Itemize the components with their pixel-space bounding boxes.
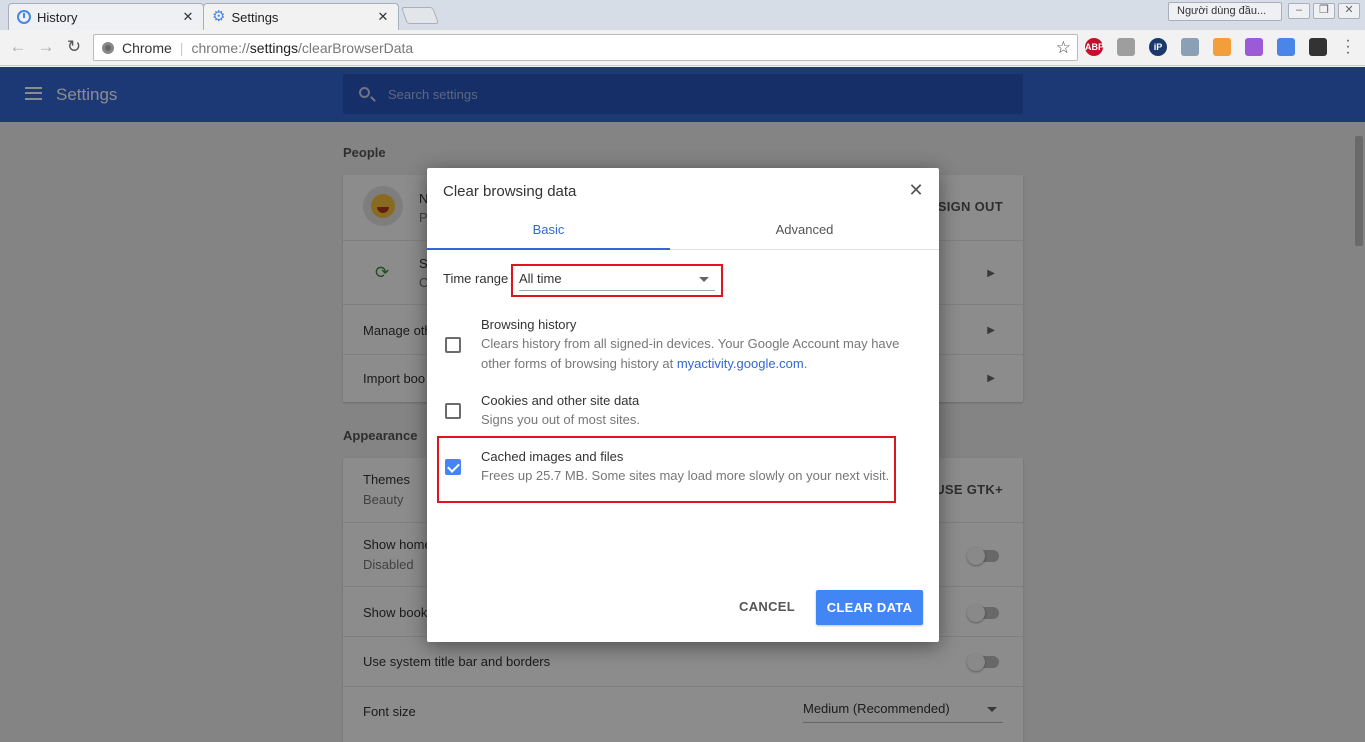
tab-basic[interactable]: Basic	[427, 213, 670, 250]
time-range-highlight: All time	[511, 264, 723, 297]
reload-icon[interactable]: ↻	[62, 36, 86, 58]
option-description: Signs you out of most sites.	[481, 412, 640, 427]
window-close-button[interactable]: ✕	[1338, 3, 1360, 19]
maximize-button[interactable]: ❐	[1313, 3, 1335, 19]
tab-history[interactable]: History ✕	[8, 3, 204, 30]
extension-doc-icon[interactable]	[1117, 38, 1135, 56]
close-icon[interactable]: ✕	[907, 181, 925, 200]
adblock-plus-icon[interactable]: ABP	[1085, 38, 1104, 56]
tab-title: Settings	[231, 9, 279, 25]
dropdown-arrow-icon	[699, 277, 709, 282]
ip-extension-icon[interactable]: iP	[1149, 38, 1167, 56]
option-cookies: Cookies and other site data Signs you ou…	[427, 392, 939, 432]
bookmark-star-icon[interactable]: ☆	[1056, 38, 1071, 58]
forward-arrow-icon[interactable]: →	[34, 36, 58, 58]
omnibox-separator: |	[179, 39, 184, 56]
profile-button[interactable]: Người dùng đầu...	[1168, 2, 1282, 21]
time-range-select[interactable]: All time	[519, 271, 715, 291]
back-arrow-icon[interactable]: ←	[6, 36, 30, 58]
tab-strip: History ✕ ⚙ Settings ✕ Người dùng đầu...…	[0, 0, 1365, 30]
chrome-icon	[102, 41, 114, 54]
address-bar[interactable]: Chrome | chrome://settings/clearBrowserD…	[93, 34, 1078, 61]
tab-title: History	[37, 9, 78, 25]
browser-toolbar: ← → ↻ Chrome | chrome://settings/clearBr…	[0, 30, 1365, 66]
myactivity-link[interactable]: myactivity.google.com	[677, 356, 804, 371]
close-icon[interactable]: ✕	[376, 9, 390, 25]
browsing-history-checkbox[interactable]	[445, 337, 461, 353]
cookies-checkbox[interactable]	[445, 403, 461, 419]
time-range-label: Time range	[443, 271, 509, 286]
download-arrow-icon[interactable]	[1181, 38, 1199, 56]
eyedropper-icon[interactable]	[1213, 38, 1231, 56]
cancel-button[interactable]: CANCEL	[731, 590, 803, 624]
downloader-icon[interactable]	[1309, 38, 1327, 56]
option-title: Browsing history	[481, 317, 577, 332]
option-description: Frees up 25.7 MB. Some sites may load mo…	[481, 468, 890, 483]
gear-icon: ⚙	[212, 8, 226, 25]
option-browsing-history: Browsing history Clears history from all…	[427, 315, 939, 375]
settings-page: Settings People N P SIGN OUT ⟳ S O ▶ Man…	[0, 67, 1365, 742]
feather-icon[interactable]	[1245, 38, 1263, 56]
extension-blue-icon[interactable]	[1277, 38, 1295, 56]
clear-browsing-data-dialog: Clear browsing data ✕ Basic Advanced Tim…	[427, 168, 939, 642]
option-title: Cookies and other site data	[481, 393, 640, 408]
tab-settings[interactable]: ⚙ Settings ✕	[203, 3, 399, 30]
cached-images-checkbox[interactable]	[445, 459, 461, 475]
time-range-value: All time	[519, 271, 562, 286]
history-icon	[17, 10, 31, 24]
minimize-button[interactable]: –	[1288, 3, 1310, 19]
dialog-tabs: Basic Advanced	[427, 213, 939, 250]
omnibox-url[interactable]: chrome://settings/clearBrowserData	[191, 40, 413, 56]
option-title: Cached images and files	[481, 449, 624, 464]
dialog-title: Clear browsing data	[443, 183, 577, 200]
close-icon[interactable]: ✕	[181, 9, 195, 25]
option-cached-images: Cached images and files Frees up 25.7 MB…	[427, 448, 939, 488]
option-description: Clears history from all signed-in device…	[481, 336, 900, 371]
tab-advanced[interactable]: Advanced	[683, 213, 926, 250]
omnibox-chip-label: Chrome	[122, 39, 172, 56]
clear-data-button[interactable]: CLEAR DATA	[816, 590, 923, 625]
menu-dots-icon[interactable]: · · ·	[1343, 33, 1353, 61]
new-tab-button[interactable]	[400, 7, 440, 24]
